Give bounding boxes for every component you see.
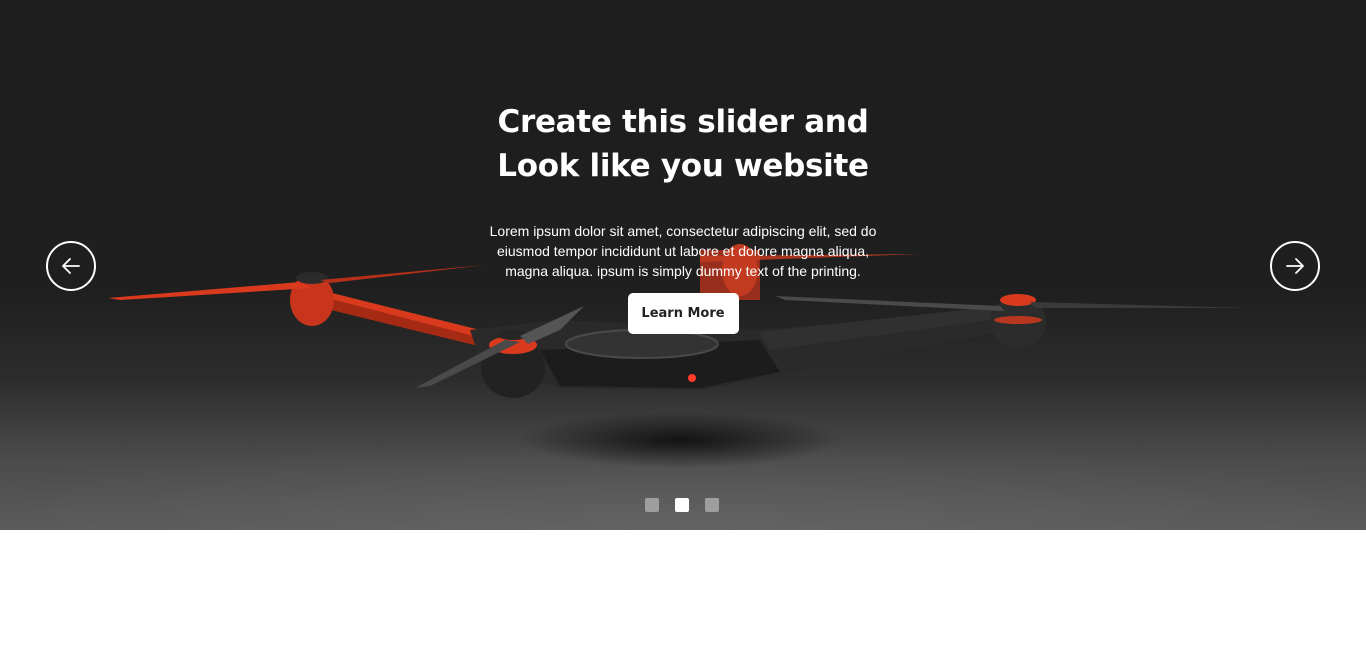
next-slide-button[interactable] — [1270, 241, 1320, 291]
hero-slider: Create this slider and Look like you web… — [0, 0, 1366, 530]
slide-indicator-1[interactable] — [645, 498, 659, 512]
hero-caption: Create this slider and Look like you web… — [433, 100, 933, 334]
slide-indicators — [645, 498, 719, 512]
slide-indicator-3[interactable] — [705, 498, 719, 512]
slide-indicator-2[interactable] — [675, 498, 689, 512]
arrow-left-icon — [62, 258, 80, 274]
arrow-right-icon — [1286, 258, 1304, 274]
hero-headline-line-1: Create this slider and — [497, 104, 869, 140]
hero-headline-line-2: Look like you website — [497, 148, 869, 184]
previous-slide-button[interactable] — [46, 241, 96, 291]
hero-description: Lorem ipsum dolor sit amet, consectetur … — [489, 223, 877, 279]
hero-headline: Create this slider and Look like you web… — [433, 100, 933, 188]
learn-more-button[interactable]: Learn More — [627, 293, 739, 334]
